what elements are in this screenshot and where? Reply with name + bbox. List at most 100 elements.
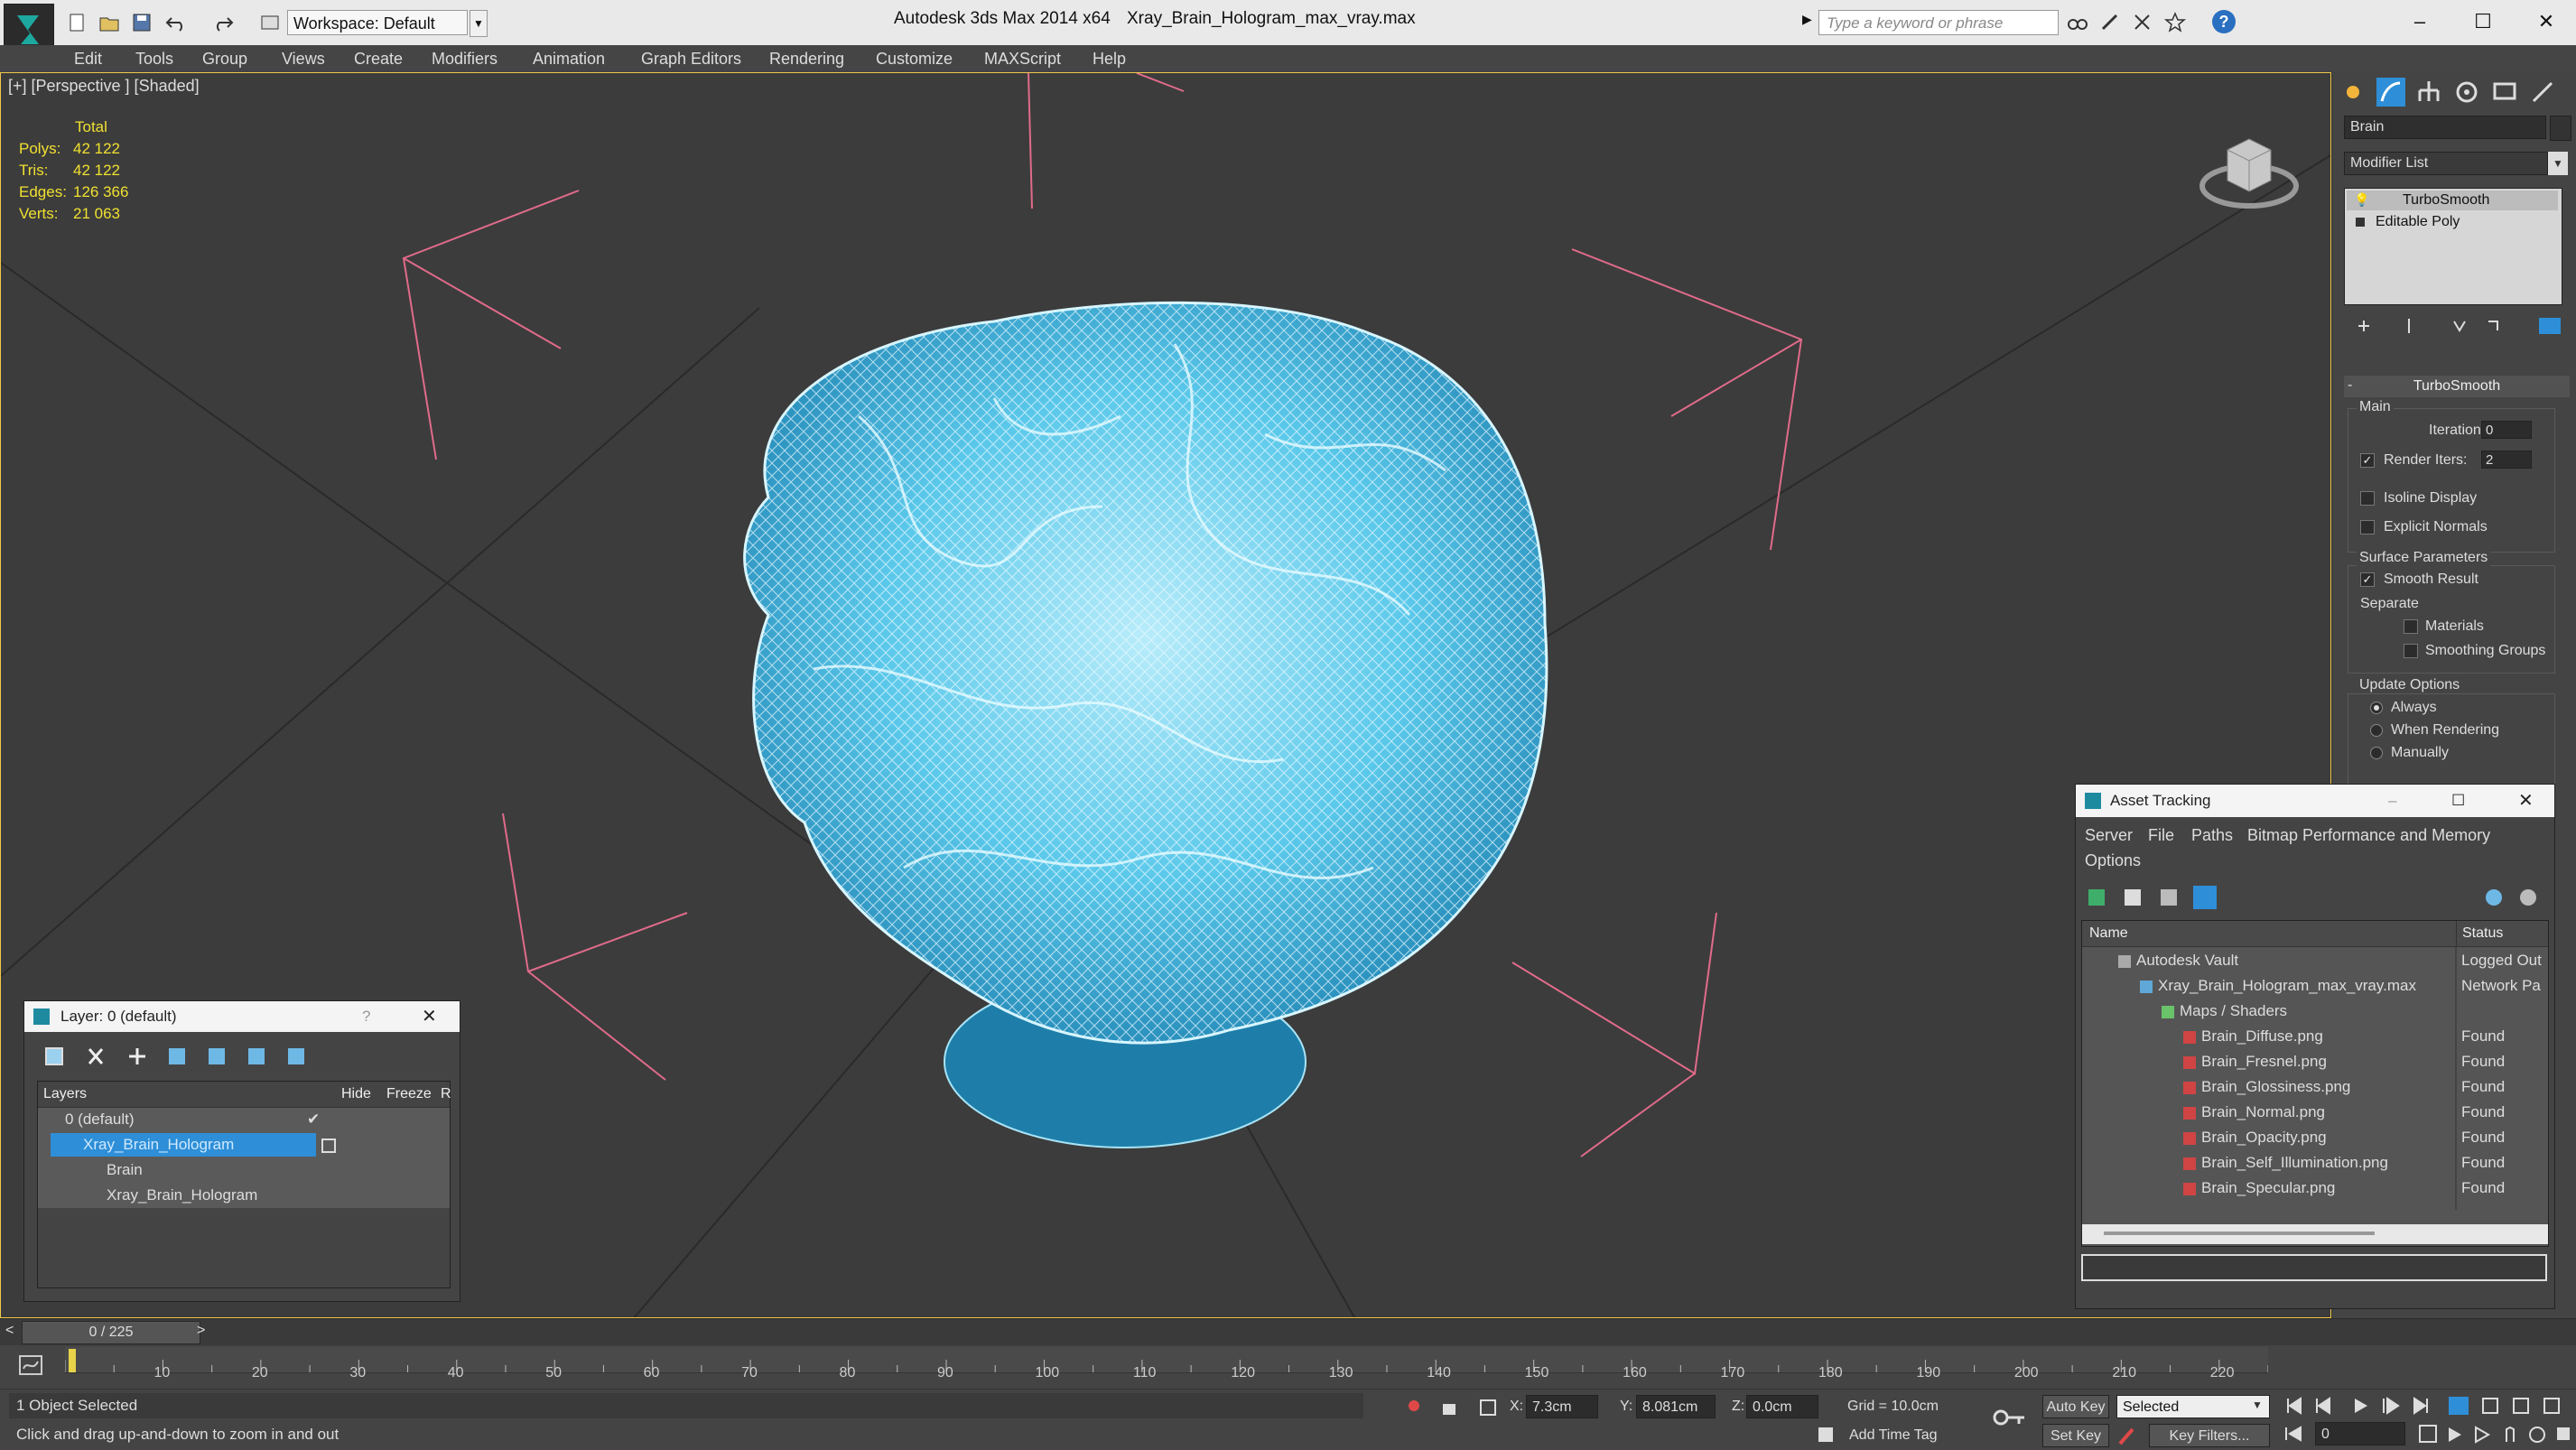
communication-center-icon[interactable] xyxy=(2131,11,2154,34)
current-frame-field[interactable]: 0 xyxy=(2315,1422,2405,1445)
explicit-normals-checkbox[interactable] xyxy=(2360,520,2375,534)
object-color-swatch[interactable] xyxy=(2550,116,2571,141)
time-prev-icon[interactable]: < xyxy=(5,1323,14,1339)
time-config-icon[interactable] xyxy=(2283,1422,2310,1445)
isoline-display-checkbox[interactable] xyxy=(2360,491,2375,506)
asset-menu-options[interactable]: Options xyxy=(2085,851,2141,870)
col-freeze[interactable]: Freeze xyxy=(386,1082,432,1107)
asset-path-field[interactable] xyxy=(2081,1254,2547,1281)
menu-graph-editors[interactable]: Graph Editors xyxy=(641,45,741,72)
modifier-list-dropdown[interactable]: Modifier List xyxy=(2344,152,2548,175)
menu-animation[interactable]: Animation xyxy=(533,45,605,72)
subscription-icon[interactable] xyxy=(2098,11,2122,34)
asset-window-titlebar[interactable]: Asset Tracking – ☐ ✕ xyxy=(2076,785,2554,817)
menu-rendering[interactable]: Rendering xyxy=(769,45,844,72)
selection-set-chevron-icon[interactable]: ▼ xyxy=(2252,1399,2263,1411)
col-hide[interactable]: Hide xyxy=(341,1082,371,1107)
smooth-result-checkbox[interactable]: ✓ xyxy=(2360,572,2375,587)
track-bar[interactable]: 10 20 30 40 50 60 70 80 90 100 110 120 130 140 150 160 1… xyxy=(0,1345,2576,1389)
time-slider-thumb[interactable]: 0 / 225 xyxy=(22,1321,200,1344)
motion-tab-icon[interactable] xyxy=(2452,78,2481,107)
favorites-star-icon[interactable] xyxy=(2163,11,2187,34)
add-time-tag-button[interactable]: Add Time Tag xyxy=(1849,1427,1938,1444)
stack-item-editable-poly[interactable]: Editable Poly xyxy=(2347,212,2558,232)
asset-window-maximize-button[interactable]: ☐ xyxy=(2451,785,2465,817)
help-button[interactable]: ? xyxy=(2212,10,2236,33)
manually-radio[interactable] xyxy=(2370,747,2383,759)
menu-views[interactable]: Views xyxy=(282,45,325,72)
rollout-collapse-icon[interactable]: - xyxy=(2348,377,2352,394)
stack-item-turbosmooth[interactable]: 💡 TurboSmooth xyxy=(2347,191,2558,210)
set-key-button[interactable]: Set Key xyxy=(2042,1424,2109,1447)
maximize-button[interactable]: ☐ xyxy=(2465,7,2501,36)
asset-menu-file[interactable]: File xyxy=(2148,826,2174,845)
asset-window-minimize-button[interactable]: – xyxy=(2388,785,2396,817)
menu-customize[interactable]: Customize xyxy=(876,45,953,72)
smoothing-groups-checkbox[interactable] xyxy=(2404,644,2418,658)
menu-modifiers[interactable]: Modifiers xyxy=(432,45,498,72)
undo-icon[interactable] xyxy=(164,11,188,34)
viewport-label[interactable]: [+] [Perspective ] [Shaded] xyxy=(8,77,200,96)
utilities-tab-icon[interactable] xyxy=(2528,78,2557,107)
layer-window-help-button[interactable]: ? xyxy=(362,1001,370,1032)
modifier-list-chevron-icon[interactable]: ▼ xyxy=(2548,152,2568,175)
set-key-icon[interactable] xyxy=(2116,1424,2138,1447)
menu-tools[interactable]: Tools xyxy=(135,45,173,72)
layer-object-row[interactable]: Brain xyxy=(38,1157,450,1183)
new-file-icon[interactable] xyxy=(65,11,88,34)
turbosmooth-rollout-header[interactable]: TurboSmooth xyxy=(2344,376,2570,397)
materials-checkbox[interactable] xyxy=(2404,619,2418,634)
iterations-spinner[interactable]: 0 xyxy=(2481,421,2532,439)
lightbulb-icon[interactable]: 💡 xyxy=(2354,192,2369,208)
scrollbar-thumb[interactable] xyxy=(2104,1232,2375,1235)
key-filters-button[interactable]: Key Filters... xyxy=(2149,1424,2270,1447)
col-r[interactable]: R xyxy=(441,1082,451,1107)
asset-window-close-button[interactable]: ✕ xyxy=(2518,785,2534,817)
layer-row-selected[interactable]: Xray_Brain_Hologram xyxy=(38,1132,450,1157)
create-tab-icon[interactable] xyxy=(2339,78,2367,107)
menu-create[interactable]: Create xyxy=(354,45,403,72)
open-file-icon[interactable] xyxy=(98,11,121,34)
save-file-icon[interactable] xyxy=(130,11,153,34)
always-radio[interactable] xyxy=(2370,702,2383,714)
time-next-icon[interactable]: > xyxy=(197,1323,205,1339)
layer-window-close-button[interactable]: ✕ xyxy=(422,1001,437,1032)
hierarchy-tab-icon[interactable] xyxy=(2414,78,2443,107)
col-layers[interactable]: Layers xyxy=(43,1082,87,1107)
workspace-dropdown[interactable]: Workspace: Default xyxy=(287,10,468,35)
expand-box-icon[interactable] xyxy=(2356,218,2365,227)
set-current-layer-box-icon[interactable] xyxy=(321,1139,336,1153)
time-tag-icon[interactable] xyxy=(1815,1424,1837,1445)
x-coordinate-field[interactable]: 7.3cm xyxy=(1526,1395,1598,1418)
asset-menu-server[interactable]: Server xyxy=(2085,826,2133,845)
object-name-field[interactable]: Brain xyxy=(2344,116,2546,139)
selection-set-dropdown[interactable]: Selected xyxy=(2116,1395,2270,1418)
key-mode-icon[interactable] xyxy=(1992,1404,2028,1431)
layer-object-row[interactable]: Xray_Brain_Hologram xyxy=(38,1183,450,1208)
asset-menu-paths[interactable]: Paths xyxy=(2191,826,2233,845)
menu-maxscript[interactable]: MAXScript xyxy=(984,45,1061,72)
asset-horizontal-scrollbar[interactable] xyxy=(2082,1224,2548,1244)
active-layer-check-icon[interactable]: ✔ xyxy=(307,1107,320,1132)
modify-tab-icon[interactable] xyxy=(2376,78,2405,107)
time-slider[interactable]: < 0 / 225 > xyxy=(0,1318,2576,1346)
z-coordinate-field[interactable]: 0.0cm xyxy=(1746,1395,1818,1418)
search-expand-icon[interactable]: ▶ xyxy=(1802,12,1812,27)
minimize-button[interactable]: – xyxy=(2402,7,2438,36)
layer-row[interactable]: 0 (default) ✔ xyxy=(38,1107,450,1132)
redo-icon[interactable] xyxy=(211,11,235,34)
workspace-chevron-icon[interactable]: ▼ xyxy=(470,10,488,37)
search-input[interactable]: Type a keyword or phrase xyxy=(1818,10,2059,35)
auto-key-button[interactable]: Auto Key xyxy=(2042,1395,2109,1418)
menu-edit[interactable]: Edit xyxy=(74,45,102,72)
mini-curve-editor-icon[interactable] xyxy=(18,1352,43,1378)
asset-menu-bitmap-performance[interactable]: Bitmap Performance and Memory xyxy=(2247,826,2490,845)
close-window-button[interactable]: ✕ xyxy=(2528,7,2564,36)
binoculars-icon[interactable] xyxy=(2066,11,2089,34)
layer-window-titlebar[interactable]: Layer: 0 (default) ? ✕ xyxy=(24,1001,460,1032)
project-folder-icon[interactable] xyxy=(258,11,282,34)
viewcube-icon[interactable] xyxy=(2195,114,2303,213)
menu-help[interactable]: Help xyxy=(1093,45,1126,72)
menu-group[interactable]: Group xyxy=(202,45,247,72)
render-iters-spinner[interactable]: 2 xyxy=(2481,451,2532,469)
